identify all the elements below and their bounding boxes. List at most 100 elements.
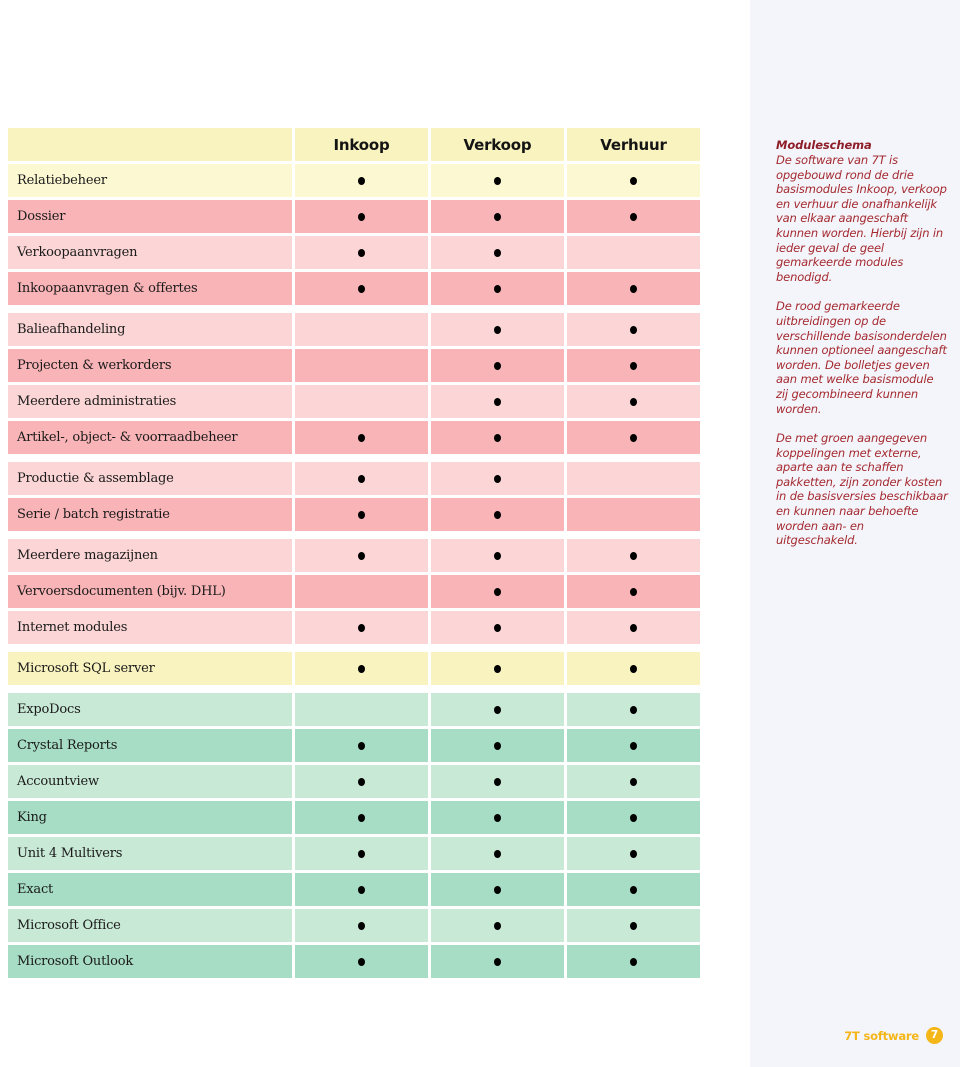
bullet-dot-icon (494, 587, 501, 596)
row-label: Vervoersdocumenten (bijv. DHL) (8, 575, 292, 608)
bullet-dot-icon (494, 248, 501, 257)
row-label: Projecten & werkorders (8, 349, 292, 382)
bullet-dot-icon (358, 510, 365, 519)
availability-cell-filled (567, 837, 700, 870)
row-label: Exact (8, 873, 292, 906)
availability-cell-filled (567, 801, 700, 834)
column-header-verhuur: Verhuur (567, 128, 700, 161)
availability-cell-filled (295, 236, 428, 269)
bullet-dot-icon (358, 284, 365, 293)
bullet-dot-icon (358, 664, 365, 673)
table-row: Productie & assemblage (8, 462, 708, 495)
availability-cell-filled (567, 945, 700, 978)
availability-cell-filled (431, 765, 564, 798)
availability-cell-filled (295, 909, 428, 942)
column-header-verkoop: Verkoop (431, 128, 564, 161)
header-corner-cell (8, 128, 292, 161)
row-label: Inkoopaanvragen & offertes (8, 272, 292, 305)
brand-label: 7T software (844, 1028, 919, 1043)
availability-cell-filled (295, 462, 428, 495)
availability-cell-filled (295, 873, 428, 906)
bullet-dot-icon (358, 921, 365, 930)
bullet-dot-icon (494, 361, 501, 370)
availability-cell-filled (431, 385, 564, 418)
availability-cell-filled (295, 200, 428, 233)
bullet-dot-icon (630, 777, 637, 786)
bullet-dot-icon (494, 885, 501, 894)
availability-cell-filled (567, 272, 700, 305)
table-row: Meerdere magazijnen (8, 539, 708, 572)
table-row: Balieafhandeling (8, 313, 708, 346)
bullet-dot-icon (630, 433, 637, 442)
availability-cell-filled (567, 765, 700, 798)
availability-cell-filled (567, 611, 700, 644)
table-row: Inkoopaanvragen & offertes (8, 272, 708, 305)
module-matrix-table: Inkoop Verkoop Verhuur Relatiebeheer Dossier… (8, 128, 708, 981)
availability-cell-filled (295, 729, 428, 762)
availability-cell-empty (295, 349, 428, 382)
availability-cell-filled (431, 652, 564, 685)
bullet-dot-icon (358, 777, 365, 786)
bullet-dot-icon (358, 741, 365, 750)
availability-cell-filled (431, 693, 564, 726)
bullet-dot-icon (494, 474, 501, 483)
bullet-dot-icon (494, 957, 501, 966)
availability-cell-empty (295, 313, 428, 346)
row-label: Productie & assemblage (8, 462, 292, 495)
bullet-dot-icon (494, 510, 501, 519)
availability-cell-filled (431, 909, 564, 942)
availability-cell-filled (295, 421, 428, 454)
table-row: Unit 4 Multivers (8, 837, 708, 870)
bullet-dot-icon (494, 777, 501, 786)
bullet-dot-icon (494, 284, 501, 293)
table-row: Microsoft Office (8, 909, 708, 942)
availability-cell-filled (431, 200, 564, 233)
side-panel-content: Moduleschema De software van 7T is opgeb… (776, 138, 948, 548)
bullet-dot-icon (358, 813, 365, 822)
availability-cell-filled (431, 729, 564, 762)
bullet-dot-icon (630, 551, 637, 560)
row-label: Crystal Reports (8, 729, 292, 762)
table-row: Microsoft Outlook (8, 945, 708, 978)
bullet-dot-icon (494, 664, 501, 673)
row-label: Relatiebeheer (8, 164, 292, 197)
availability-cell-filled (567, 385, 700, 418)
bullet-dot-icon (494, 921, 501, 930)
bullet-dot-icon (494, 813, 501, 822)
availability-cell-filled (431, 349, 564, 382)
bullet-dot-icon (494, 741, 501, 750)
row-label: Dossier (8, 200, 292, 233)
row-label: Meerdere magazijnen (8, 539, 292, 572)
availability-cell-filled (431, 498, 564, 531)
panel-paragraph: De rood gemarkeerde uitbreidingen op de … (776, 299, 947, 416)
bullet-dot-icon (630, 921, 637, 930)
bullet-dot-icon (630, 212, 637, 221)
availability-cell-filled (431, 236, 564, 269)
availability-cell-filled (567, 200, 700, 233)
bullet-dot-icon (358, 885, 365, 894)
table-header-row: Inkoop Verkoop Verhuur (8, 128, 708, 161)
row-label: Balieafhandeling (8, 313, 292, 346)
footer: 7T software 7 (844, 1027, 943, 1044)
availability-cell-filled (567, 693, 700, 726)
bullet-dot-icon (630, 361, 637, 370)
panel-paragraph: De software van 7T is opgebouwd rond de … (776, 153, 947, 284)
bullet-dot-icon (630, 741, 637, 750)
availability-cell-filled (567, 652, 700, 685)
row-label: Verkoopaanvragen (8, 236, 292, 269)
availability-cell-empty (295, 693, 428, 726)
table-row: Meerdere administraties (8, 385, 708, 418)
bullet-dot-icon (630, 957, 637, 966)
table-row: Relatiebeheer (8, 164, 708, 197)
availability-cell-filled (295, 272, 428, 305)
table-row: King (8, 801, 708, 834)
row-label: Meerdere administraties (8, 385, 292, 418)
side-panel: Moduleschema De software van 7T is opgeb… (750, 0, 960, 1067)
bullet-dot-icon (358, 623, 365, 632)
availability-cell-filled (567, 873, 700, 906)
page-number-badge: 7 (926, 1027, 943, 1044)
bullet-dot-icon (630, 325, 637, 334)
bullet-dot-icon (494, 325, 501, 334)
availability-cell-filled (295, 801, 428, 834)
availability-cell-filled (567, 729, 700, 762)
